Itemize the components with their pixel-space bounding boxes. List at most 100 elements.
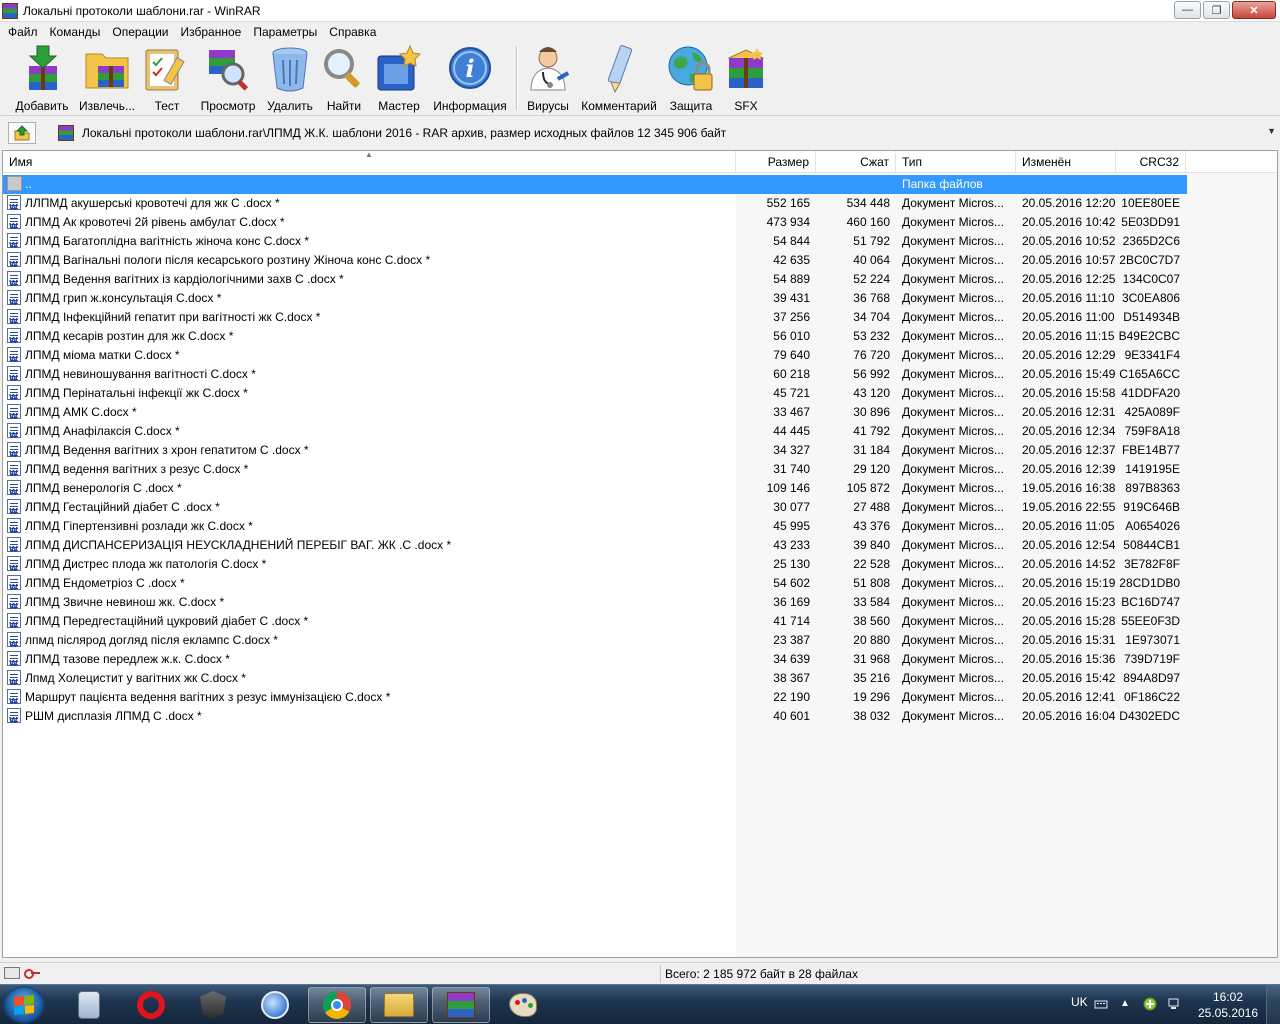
docx-file-icon xyxy=(7,442,21,458)
docx-file-icon xyxy=(7,328,21,344)
menu-favorites[interactable]: Избранное xyxy=(175,22,248,42)
restore-button[interactable]: ❐ xyxy=(1203,1,1230,19)
virus-label: Вирусы xyxy=(527,99,569,113)
file-row[interactable]: ЛПМД Анафілаксія C.docx * 44 445 41 792 Док… xyxy=(3,422,1187,441)
keyboard-icon[interactable] xyxy=(1094,997,1108,1011)
drive-icon[interactable] xyxy=(4,967,20,979)
file-size: 109 146 xyxy=(766,481,810,495)
file-row[interactable]: ЛПМД АМК C.docx * 33 467 30 896 Документ Mi… xyxy=(3,403,1187,422)
up-one-level-button[interactable] xyxy=(8,122,36,144)
file-modified: 20.05.2016 10:42 xyxy=(1022,215,1116,229)
file-type: Документ Micros... xyxy=(902,272,1004,286)
find-button[interactable]: Найти xyxy=(322,44,366,114)
file-row[interactable]: ЛПМД Інфекційний гепатит при вагітності … xyxy=(3,308,1187,327)
menu-help[interactable]: Справка xyxy=(323,22,382,42)
network-icon[interactable] xyxy=(1167,997,1181,1011)
file-name: ЛПМД АМК C.docx * xyxy=(25,405,137,419)
show-desktop-button[interactable] xyxy=(1266,985,1280,1024)
taskbar-winrar[interactable] xyxy=(432,987,490,1023)
sfx-button[interactable]: SFX xyxy=(722,44,770,114)
file-type: Документ Micros... xyxy=(902,538,1004,552)
menu-file[interactable]: Файл xyxy=(2,22,44,42)
file-row[interactable]: ЛПМД Вагінальні пологи після кесарського… xyxy=(3,251,1187,270)
file-list: Имя ▲ Размер Сжат Тип Изменён CRC32 .. П… xyxy=(2,150,1278,958)
menu-commands[interactable]: Команды xyxy=(44,22,107,42)
clock[interactable]: 16:02 25.05.2016 xyxy=(1196,989,1260,1021)
file-row[interactable]: ЛПМД венерологія C .docx * 109 146 105 872… xyxy=(3,479,1187,498)
file-row[interactable]: ЛПМД Ведення вагітних із кардіологічними… xyxy=(3,270,1187,289)
file-row[interactable]: ЛПМД Гестаційний діабет C .docx * 30 077 2… xyxy=(3,498,1187,517)
file-row[interactable]: лпмд післярод догляд після еклампс C.doc… xyxy=(3,631,1187,650)
file-row[interactable]: ЛЛПМД акушерські кровотечі для жк С .doc… xyxy=(3,194,1187,213)
docx-file-icon xyxy=(7,575,21,591)
file-packed-size: 31 968 xyxy=(853,652,890,666)
file-row[interactable]: ЛПМД Ак кровотечі 2й рівень амбулат C.do… xyxy=(3,213,1187,232)
menu-operations[interactable]: Операции xyxy=(106,22,174,42)
chevron-down-icon[interactable]: ▼ xyxy=(1267,126,1276,136)
taskbar-calculator[interactable] xyxy=(60,987,118,1023)
file-row[interactable]: ЛПМД Ендометріоз С .docx * 54 602 51 808 До… xyxy=(3,574,1187,593)
file-row[interactable]: ЛПМД Ведення вагітних з хрон гепатитом С… xyxy=(3,441,1187,460)
file-row[interactable]: Лпмд Холецистит у вагітних жк C.docx * 38… xyxy=(3,669,1187,688)
file-name: ЛПМД Передгестаційний цукровий діабет С … xyxy=(25,614,309,628)
close-button[interactable]: ✕ xyxy=(1232,1,1276,19)
minimize-button[interactable]: — xyxy=(1174,1,1201,19)
taskbar-chrome[interactable] xyxy=(308,987,366,1023)
docx-file-icon xyxy=(7,708,21,724)
comment-label: Комментарий xyxy=(581,99,657,113)
file-row[interactable]: ЛПМД Звичне невинош жк. C.docx * 36 169 33… xyxy=(3,593,1187,612)
file-type: Документ Micros... xyxy=(902,652,1004,666)
file-row[interactable]: ЛПМД невиношування вагітності C.docx * 60… xyxy=(3,365,1187,384)
add-button[interactable]: Добавить xyxy=(14,44,70,114)
column-modified-header[interactable]: Изменён xyxy=(1016,151,1116,173)
file-crc: 739D719F xyxy=(1123,652,1180,666)
test-button[interactable]: Тест xyxy=(142,44,192,114)
update-icon[interactable] xyxy=(1143,997,1157,1011)
file-size: 37 256 xyxy=(773,310,810,324)
delete-button[interactable]: Удалить xyxy=(264,44,316,114)
menu-options[interactable]: Параметры xyxy=(247,22,323,42)
file-row[interactable]: ЛПМД Дистрес плода жк патологія C.docx *… xyxy=(3,555,1187,574)
file-row[interactable]: ЛПМД Передгестаційний цукровий діабет С … xyxy=(3,612,1187,631)
view-button[interactable]: Просмотр xyxy=(198,44,258,114)
taskbar-explorer[interactable] xyxy=(370,987,428,1023)
winrar-app-icon[interactable] xyxy=(2,2,18,19)
file-row[interactable]: ЛПМД грип ж.консультація C.docx * 39 431 3… xyxy=(3,289,1187,308)
file-row[interactable]: ЛПМД ведення вагітних з резус C.docx * 31… xyxy=(3,460,1187,479)
taskbar-paint[interactable] xyxy=(494,987,552,1023)
file-row[interactable]: РШМ дисплазія ЛПМД С .docx * 40 601 38 032… xyxy=(3,707,1187,726)
taskbar-world-of-tanks[interactable] xyxy=(184,987,242,1023)
file-row[interactable]: ЛПМД кесарів розтин для жк C.docx * 56 01… xyxy=(3,327,1187,346)
show-hidden-icons-icon[interactable]: ▲ xyxy=(1120,998,1134,1012)
column-packed-header[interactable]: Сжат xyxy=(816,151,896,173)
extract-button[interactable]: Извлечь... xyxy=(78,44,136,114)
taskbar-opera[interactable] xyxy=(122,987,180,1023)
key-icon[interactable] xyxy=(24,967,40,979)
virus-scan-button[interactable]: Вирусы xyxy=(524,44,572,114)
file-size: 38 367 xyxy=(773,671,810,685)
column-size-header[interactable]: Размер xyxy=(736,151,816,173)
path-field[interactable]: Локальні протоколи шаблони.rar\ЛПМД Ж.К.… xyxy=(54,122,1280,144)
wizard-button[interactable]: Мастер xyxy=(374,44,424,114)
input-language[interactable]: UK xyxy=(1071,995,1088,1009)
column-type-header[interactable]: Тип xyxy=(896,151,1016,173)
parent-folder-row[interactable]: .. Папка файлов xyxy=(3,175,1187,194)
file-row[interactable]: Маршрут пацієнта ведення вагітних з резу… xyxy=(3,688,1187,707)
file-row[interactable]: ЛПМД тазове передлеж ж.к. C.docx * 34 639… xyxy=(3,650,1187,669)
file-row[interactable]: ЛПМД ДИСПАНСЕРИЗАЦІЯ НЕУСКЛАДНЕНИЙ ПЕРЕБ… xyxy=(3,536,1187,555)
address-bar: Локальні протоколи шаблони.rar\ЛПМД Ж.К.… xyxy=(0,119,1280,147)
start-button[interactable] xyxy=(3,986,45,1024)
file-name: ЛПМД ведення вагітних з резус C.docx * xyxy=(25,462,249,476)
taskbar-thunderbird[interactable] xyxy=(246,987,304,1023)
file-row[interactable]: ЛПМД Перінатальні інфекції жк C.docx * 45… xyxy=(3,384,1187,403)
docx-file-icon xyxy=(7,461,21,477)
file-row[interactable]: ЛПМД міома матки C.docx * 79 640 76 720 Док… xyxy=(3,346,1187,365)
comment-button[interactable]: Комментарий xyxy=(580,44,658,114)
file-row[interactable]: ЛПМД Багатоплідна вагітність жіноча конс… xyxy=(3,232,1187,251)
file-row[interactable]: ЛПМД Гіпертензивні розлади жк C.docx * 45… xyxy=(3,517,1187,536)
file-modified: 19.05.2016 16:38 xyxy=(1022,481,1116,495)
column-crc-header[interactable]: CRC32 xyxy=(1116,151,1186,173)
docx-file-icon xyxy=(7,689,21,705)
protect-button[interactable]: Защита xyxy=(666,44,716,114)
info-button[interactable]: i Информация xyxy=(432,44,508,114)
